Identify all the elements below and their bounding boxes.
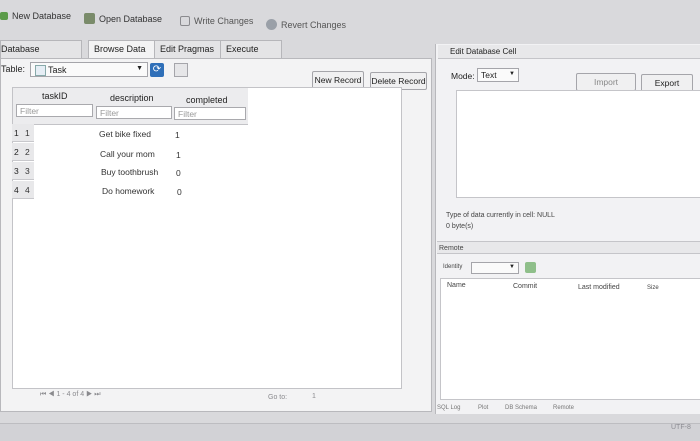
cell-taskid[interactable]: 1 (25, 128, 30, 138)
status-encoding: UTF-8 (671, 424, 691, 431)
cell-description[interactable]: Call your mom (100, 149, 155, 159)
cell-taskid[interactable]: 3 (25, 166, 30, 176)
tab-edit-pragmas[interactable]: Edit Pragmas (154, 40, 222, 58)
mode-select[interactable]: Text ▼ (477, 68, 519, 82)
pager-text: 1 - 4 of 4 (56, 391, 85, 398)
chevron-down-icon: ▼ (509, 71, 515, 77)
filter-description[interactable]: Filter (96, 106, 172, 119)
tab-database-structure[interactable]: Database Structure (0, 40, 82, 71)
first-page-icon[interactable]: ⏮ (40, 391, 46, 398)
revert-changes-button[interactable]: Revert Changes (266, 19, 346, 30)
tab-execute-sql[interactable]: Execute SQL (220, 40, 282, 71)
cell-description[interactable]: Buy toothbrush (101, 167, 158, 177)
revert-changes-label: Revert Changes (281, 19, 347, 30)
filter-taskid[interactable]: Filter (16, 104, 93, 117)
last-page-icon[interactable]: ⏭ (94, 391, 100, 398)
table-label: Table: (1, 64, 26, 74)
tab-plot[interactable]: Plot (478, 405, 488, 411)
row-header[interactable]: 3 (12, 162, 34, 180)
cell-editor[interactable] (456, 90, 700, 198)
remote-title: Remote (437, 241, 700, 254)
row-header[interactable]: 2 (12, 143, 34, 161)
status-bar (0, 423, 700, 441)
row-header[interactable]: 1 (12, 124, 34, 142)
clear-filters-icon[interactable] (174, 63, 188, 77)
cell-description[interactable]: Do homework (102, 186, 154, 196)
tab-sql-log[interactable]: SQL Log (437, 405, 460, 411)
pager: ⏮ ◀ 1 - 4 of 4 ▶ ⏭ (40, 391, 101, 399)
remote-list (440, 278, 700, 400)
tab-browse-data[interactable]: Browse Data (88, 40, 155, 58)
cell-taskid[interactable]: 2 (25, 147, 30, 157)
cell-completed[interactable]: 1 (176, 150, 181, 160)
type-info: Type of data currently in cell: NULL (446, 212, 555, 219)
remote-column-commit[interactable]: Commit (513, 283, 537, 290)
remote-column-last-modified[interactable]: Last modified (578, 284, 620, 291)
table-select[interactable]: Task ▼ (30, 62, 148, 77)
goto-input[interactable]: 1 (312, 393, 316, 400)
write-changes-label: Write Changes (194, 16, 254, 26)
cell-taskid[interactable]: 4 (25, 185, 30, 195)
chevron-down-icon: ▼ (136, 65, 143, 72)
identity-label: Identity (443, 264, 463, 270)
write-changes-button[interactable]: Write Changes (180, 16, 253, 26)
column-header-taskid[interactable]: taskID (42, 91, 68, 101)
identity-icon[interactable] (525, 262, 536, 273)
write-changes-icon (180, 16, 190, 26)
table-select-value: Task (48, 65, 67, 75)
cell-completed[interactable]: 0 (176, 168, 181, 178)
tab-db-schema[interactable]: DB Schema (505, 405, 537, 411)
prev-page-icon[interactable]: ◀ (48, 391, 54, 398)
mode-label: Mode: (451, 71, 475, 81)
next-page-icon[interactable]: ▶ (86, 391, 92, 398)
identity-select[interactable]: ▼ (471, 262, 519, 274)
row-header[interactable]: 4 (12, 181, 34, 199)
filter-completed[interactable]: Filter (174, 107, 246, 120)
new-database-label: New Database (12, 11, 72, 21)
column-header-description[interactable]: description (110, 93, 154, 103)
remote-column-size[interactable]: Size (647, 285, 659, 291)
new-database-button[interactable]: New Database (0, 11, 71, 21)
mode-select-value: Text (481, 70, 497, 80)
data-grid (12, 87, 402, 389)
refresh-icon[interactable]: ⟳ (150, 63, 164, 77)
column-header-completed[interactable]: completed (186, 95, 228, 105)
revert-changes-icon (266, 19, 277, 30)
cell-completed[interactable]: 0 (177, 187, 182, 197)
goto-label: Go to: (268, 394, 288, 401)
new-database-icon (0, 12, 8, 20)
size-info: 0 byte(s) (446, 223, 474, 230)
chevron-down-icon: ▼ (509, 264, 515, 270)
open-database-label: Open Database (99, 13, 163, 24)
import-button[interactable]: Import (576, 73, 636, 91)
open-database-button[interactable]: Open Database (84, 13, 162, 24)
cell-completed[interactable]: 1 (175, 130, 180, 140)
edit-cell-title: Edit Database Cell (438, 45, 700, 59)
tab-remote[interactable]: Remote (553, 405, 574, 411)
table-icon (35, 65, 46, 76)
remote-column-name[interactable]: Name (447, 282, 466, 289)
open-folder-icon (84, 13, 95, 24)
cell-description[interactable]: Get bike fixed (99, 129, 151, 139)
